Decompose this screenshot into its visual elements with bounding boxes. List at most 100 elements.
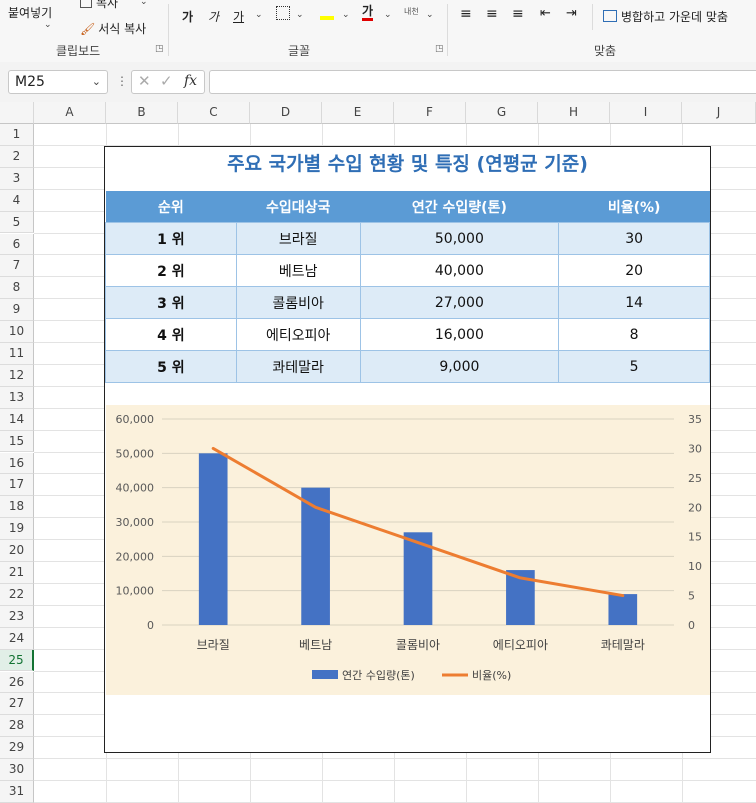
paste-button[interactable]: 붙여넣기 [8, 4, 52, 21]
country-cell[interactable]: 에티오피아 [236, 319, 360, 351]
font-color-dropdown-icon[interactable]: ⌄ [384, 10, 392, 20]
name-box[interactable]: M25 ⌄ [8, 70, 108, 94]
row-header-27[interactable]: 27 [0, 693, 34, 715]
row-header-16[interactable]: 16 [0, 453, 34, 475]
column-header-a[interactable]: A [34, 102, 106, 124]
header-country[interactable]: 수입대상국 [236, 191, 360, 223]
country-cell[interactable]: 콰테말라 [236, 351, 360, 383]
ratio-cell[interactable]: 8 [559, 319, 710, 351]
row-header-15[interactable]: 15 [0, 431, 34, 453]
border-dropdown-icon[interactable]: ⌄ [296, 10, 304, 20]
rank-cell[interactable]: 3 위 [106, 287, 237, 319]
column-header-f[interactable]: F [394, 102, 466, 124]
cancel-icon[interactable]: ✕ [138, 72, 151, 90]
amount-cell[interactable]: 40,000 [360, 255, 559, 287]
increase-indent-icon[interactable]: ⇥ [566, 6, 577, 21]
column-header-g[interactable]: G [466, 102, 538, 124]
copy-button[interactable]: 복사 [80, 0, 118, 11]
row-header-30[interactable]: 30 [0, 759, 34, 781]
amount-cell[interactable]: 50,000 [360, 223, 559, 255]
fill-color-dropdown-icon[interactable]: ⌄ [342, 10, 350, 20]
row-header-19[interactable]: 19 [0, 518, 34, 540]
row-header-4[interactable]: 4 [0, 190, 34, 212]
paste-dropdown-icon[interactable]: ⌄ [44, 20, 52, 30]
copy-dropdown-icon[interactable]: ⌄ [140, 0, 148, 7]
row-header-22[interactable]: 22 [0, 584, 34, 606]
border-icon[interactable] [276, 6, 290, 23]
row-header-14[interactable]: 14 [0, 409, 34, 431]
rank-cell[interactable]: 4 위 [106, 319, 237, 351]
column-header-d[interactable]: D [250, 102, 322, 124]
row-header-12[interactable]: 12 [0, 365, 34, 387]
row-header-29[interactable]: 29 [0, 737, 34, 759]
align-right-icon[interactable]: ≡ [512, 6, 524, 22]
select-all-corner[interactable] [0, 102, 34, 124]
phonetic-dropdown-icon[interactable]: ⌄ [426, 10, 434, 20]
rank-cell[interactable]: 1 위 [106, 223, 237, 255]
row-header-31[interactable]: 31 [0, 781, 34, 803]
row-header-21[interactable]: 21 [0, 562, 34, 584]
row-header-28[interactable]: 28 [0, 715, 34, 737]
column-header-b[interactable]: B [106, 102, 178, 124]
chevron-down-icon[interactable]: ⌄ [92, 71, 101, 93]
ratio-cell[interactable]: 30 [559, 223, 710, 255]
row-header-18[interactable]: 18 [0, 496, 34, 518]
italic-button[interactable]: 가 [208, 8, 219, 25]
ratio-cell[interactable]: 5 [559, 351, 710, 383]
column-header-h[interactable]: H [538, 102, 610, 124]
decrease-indent-icon[interactable]: ⇤ [540, 6, 551, 21]
fill-color-icon[interactable] [320, 6, 334, 23]
row-header-8[interactable]: 8 [0, 277, 34, 299]
header-amount[interactable]: 연간 수입량(톤) [360, 191, 559, 223]
row-header-1[interactable]: 1 [0, 124, 34, 146]
row-header-2[interactable]: 2 [0, 146, 34, 168]
rank-cell[interactable]: 2 위 [106, 255, 237, 287]
row-header-10[interactable]: 10 [0, 321, 34, 343]
underline-button[interactable]: 가 [233, 8, 244, 25]
column-header-c[interactable]: C [178, 102, 250, 124]
row-header-13[interactable]: 13 [0, 387, 34, 409]
bold-button[interactable]: 가 [182, 8, 193, 25]
amount-cell[interactable]: 9,000 [360, 351, 559, 383]
rank-cell[interactable]: 5 위 [106, 351, 237, 383]
country-cell[interactable]: 브라질 [236, 223, 360, 255]
underline-dropdown-icon[interactable]: ⌄ [255, 10, 263, 20]
row-header-20[interactable]: 20 [0, 540, 34, 562]
merge-center-button[interactable]: 병합하고 가운데 맞춤 [603, 8, 728, 25]
clipboard-launcher-icon[interactable]: ◳ [155, 44, 164, 54]
header-rank[interactable]: 순위 [106, 191, 237, 223]
amount-cell[interactable]: 16,000 [360, 319, 559, 351]
row-header-23[interactable]: 23 [0, 606, 34, 628]
row-header-9[interactable]: 9 [0, 299, 34, 321]
row-header-24[interactable]: 24 [0, 628, 34, 650]
country-cell[interactable]: 베트남 [236, 255, 360, 287]
header-ratio[interactable]: 비율(%) [559, 191, 710, 223]
formula-input[interactable] [209, 70, 756, 94]
row-header-11[interactable]: 11 [0, 343, 34, 365]
amount-cell[interactable]: 27,000 [360, 287, 559, 319]
row-header-3[interactable]: 3 [0, 168, 34, 190]
align-center-icon[interactable]: ≡ [486, 6, 498, 22]
row-header-26[interactable]: 26 [0, 672, 34, 694]
align-left-icon[interactable]: ≡ [460, 6, 472, 22]
column-header-e[interactable]: E [322, 102, 394, 124]
column-header-i[interactable]: I [610, 102, 682, 124]
row-header-25[interactable]: 25 [0, 650, 34, 672]
row-header-7[interactable]: 7 [0, 255, 34, 277]
row-header-17[interactable]: 17 [0, 474, 34, 496]
enter-icon[interactable]: ✓ [160, 72, 173, 90]
format-painter-button[interactable]: 🖌서식 복사 [80, 20, 146, 37]
font-launcher-icon[interactable]: ◳ [435, 44, 444, 54]
country-cell[interactable]: 콜롬비아 [236, 287, 360, 319]
ratio-cell[interactable]: 20 [559, 255, 710, 287]
row-header-6[interactable]: 6 [0, 234, 34, 256]
more-options-icon[interactable]: ⋮ [116, 74, 128, 88]
column-header-j[interactable]: J [682, 102, 756, 124]
insert-function-icon[interactable]: fx [184, 73, 197, 89]
row-header-5[interactable]: 5 [0, 212, 34, 234]
phonetic-button[interactable]: 내천 [404, 6, 419, 17]
ratio-cell[interactable]: 14 [559, 287, 710, 319]
report-title[interactable]: 주요 국가별 수입 현황 및 특징 (연평균 기준) [105, 149, 710, 179]
combo-chart[interactable]: 010,00020,00030,00040,00050,00060,000051… [106, 405, 710, 695]
font-color-button[interactable]: 가 [362, 4, 373, 21]
